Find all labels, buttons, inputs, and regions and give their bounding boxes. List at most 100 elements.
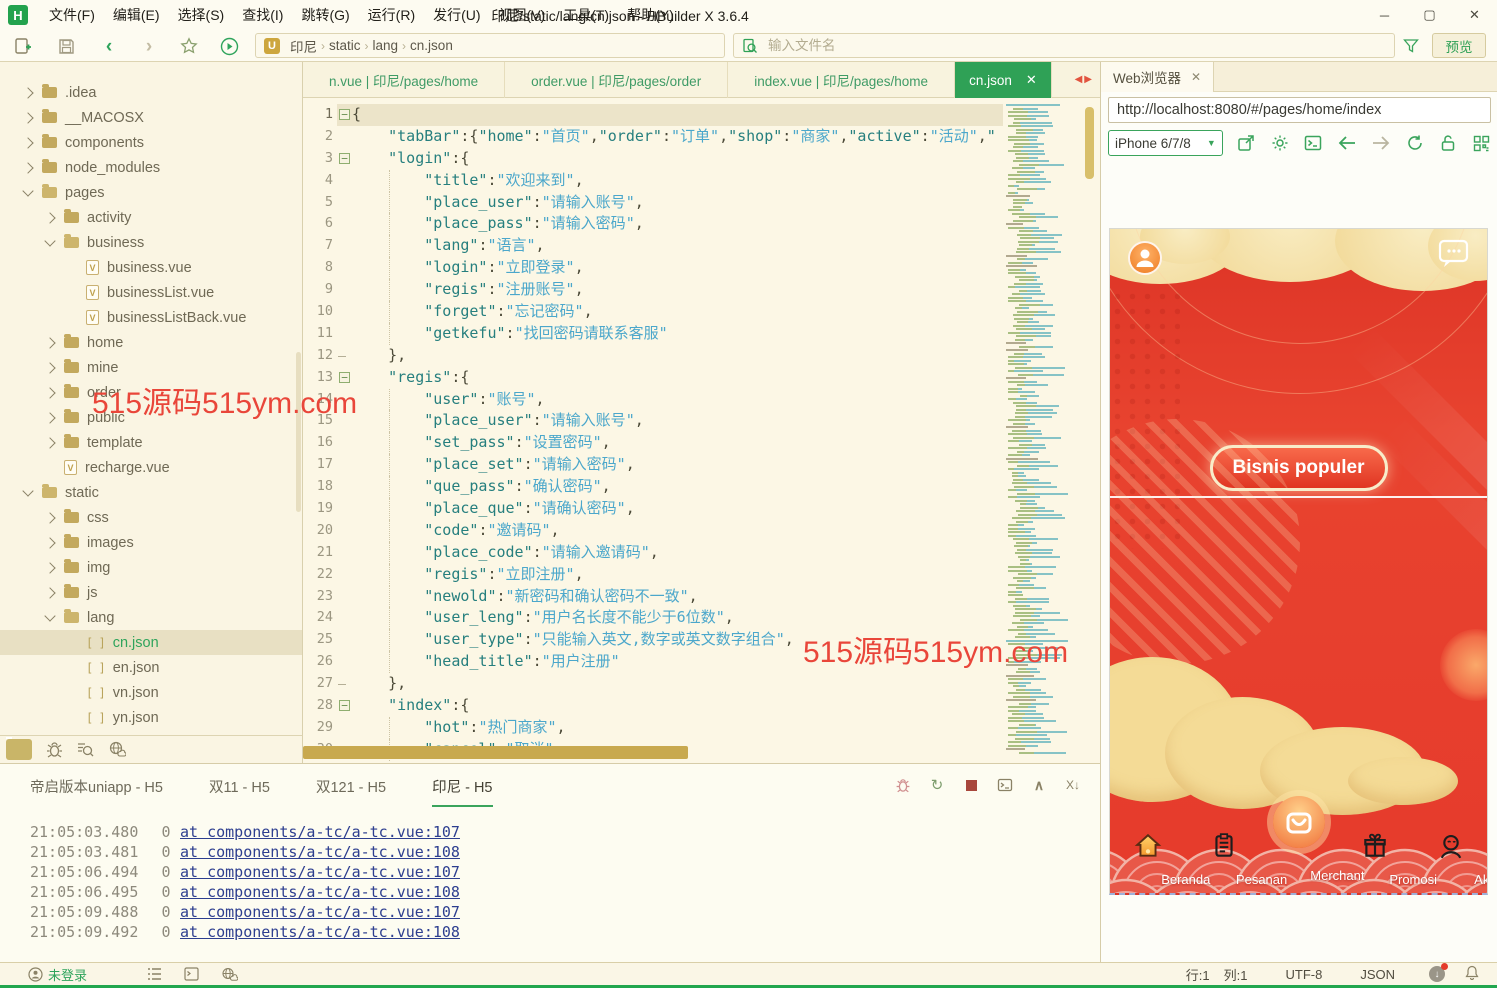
tree-item-activity[interactable]: activity bbox=[0, 205, 302, 230]
code-line-5[interactable]: 5 "place_user":"请输入账号", bbox=[303, 192, 1003, 214]
explorer-view-icon[interactable] bbox=[6, 739, 32, 760]
syntax-mode[interactable]: JSON bbox=[1360, 967, 1395, 982]
tree-item-recharge.vue[interactable]: Vrecharge.vue bbox=[0, 455, 302, 480]
chevron-right-icon[interactable] bbox=[44, 587, 55, 598]
notification-bell-icon[interactable] bbox=[1465, 965, 1479, 983]
editor-tab[interactable]: order.vue | 印尼/pages/order bbox=[505, 62, 728, 98]
chevron-right-icon[interactable] bbox=[22, 162, 33, 173]
menu-item[interactable]: 文件(F) bbox=[40, 2, 104, 28]
menu-item[interactable]: 运行(R) bbox=[359, 2, 424, 28]
chevron-down-icon[interactable] bbox=[44, 235, 55, 246]
tree-item-node_modules[interactable]: node_modules bbox=[0, 155, 302, 180]
collapse-panel-icon[interactable]: ∧ bbox=[1030, 776, 1048, 794]
url-input[interactable] bbox=[1109, 98, 1490, 122]
browser-tab-close-icon[interactable]: ✕ bbox=[1191, 70, 1201, 84]
save-icon[interactable] bbox=[55, 35, 77, 57]
tree-item-components[interactable]: components bbox=[0, 130, 302, 155]
tree-item-template[interactable]: template bbox=[0, 430, 302, 455]
web-view-icon[interactable] bbox=[108, 741, 126, 758]
log-source-link[interactable]: at components/a-tc/a-tc.vue:108 bbox=[180, 922, 460, 942]
tree-item-yn.json[interactable]: [ ]yn.json bbox=[0, 705, 302, 730]
unlock-icon[interactable] bbox=[1438, 133, 1457, 153]
nav-item-merchant[interactable]: Merchant bbox=[1262, 818, 1338, 893]
nav-item-pesanan[interactable]: Pesanan bbox=[1186, 818, 1262, 893]
code-line-8[interactable]: 8 "login":"立即登录", bbox=[303, 257, 1003, 279]
code-line-12[interactable]: 12 }, bbox=[303, 345, 1003, 367]
tree-item-vn.json[interactable]: [ ]vn.json bbox=[0, 680, 302, 705]
code-line-7[interactable]: 7 "lang":"语言", bbox=[303, 235, 1003, 257]
code-line-6[interactable]: 6 "place_pass":"请输入密码", bbox=[303, 213, 1003, 235]
nav-item-beranda[interactable]: Beranda bbox=[1110, 818, 1186, 893]
login-status[interactable]: 未登录 bbox=[48, 965, 87, 984]
encoding[interactable]: UTF-8 bbox=[1285, 967, 1322, 982]
favorite-star-icon[interactable] bbox=[178, 35, 200, 57]
chevron-down-icon[interactable] bbox=[22, 185, 33, 196]
back-icon[interactable]: ‹ bbox=[98, 35, 120, 57]
code-line-23[interactable]: 23 "newold":"新密码和确认密码不一致", bbox=[303, 586, 1003, 608]
code-line-10[interactable]: 10 "forget":"忘记密码", bbox=[303, 301, 1003, 323]
menu-item[interactable]: 查找(I) bbox=[233, 2, 292, 28]
code-line-29[interactable]: 29 "hot":"热门商家", bbox=[303, 717, 1003, 739]
log-source-link[interactable]: at components/a-tc/a-tc.vue:107 bbox=[180, 862, 460, 882]
tab-scroll-arrows-icon[interactable]: ◀▶ bbox=[1075, 62, 1100, 97]
minimize-icon[interactable]: ─ bbox=[1362, 0, 1407, 30]
console-tab[interactable]: 帝启版本uniapp - H5 bbox=[30, 776, 163, 807]
close-panel-icon[interactable]: X↓ bbox=[1064, 776, 1082, 794]
console-terminal-icon[interactable] bbox=[1304, 133, 1323, 153]
editor-tab[interactable]: cn.json✕ bbox=[955, 62, 1052, 98]
run-icon[interactable] bbox=[218, 35, 240, 57]
nav-item-promosi[interactable]: Promosi bbox=[1337, 818, 1413, 893]
file-search-input[interactable] bbox=[766, 37, 1346, 54]
menu-item[interactable]: 发行(U) bbox=[424, 2, 489, 28]
open-terminal-icon[interactable] bbox=[996, 776, 1014, 794]
menu-item[interactable]: 选择(S) bbox=[169, 2, 234, 28]
breadcrumb-item[interactable]: lang bbox=[369, 38, 403, 53]
url-bar[interactable] bbox=[1108, 97, 1491, 123]
code-line-21[interactable]: 21 "place_code":"请输入邀请码", bbox=[303, 542, 1003, 564]
tree-item-en.json[interactable]: [ ]en.json bbox=[0, 655, 302, 680]
code-line-13[interactable]: 13− "regis":{ bbox=[303, 367, 1003, 389]
settings-gear-icon[interactable] bbox=[1270, 133, 1289, 153]
browser-forward-icon[interactable] bbox=[1371, 133, 1391, 153]
tree-item-pages[interactable]: pages bbox=[0, 180, 302, 205]
refresh-icon[interactable] bbox=[1405, 133, 1424, 153]
editor-tab[interactable]: n.vue | 印尼/pages/home bbox=[303, 62, 505, 98]
tree-item-img[interactable]: img bbox=[0, 555, 302, 580]
preview-button[interactable]: 预览 bbox=[1432, 33, 1486, 58]
fold-toggle-icon[interactable]: − bbox=[339, 153, 350, 164]
code-line-17[interactable]: 17 "place_set":"请输入密码", bbox=[303, 454, 1003, 476]
chevron-right-icon[interactable] bbox=[22, 137, 33, 148]
globe-status-icon[interactable] bbox=[221, 967, 238, 982]
code-line-14[interactable]: 14 "user":"账号", bbox=[303, 389, 1003, 411]
tree-item-js[interactable]: js bbox=[0, 580, 302, 605]
console-tab[interactable]: 双121 - H5 bbox=[316, 776, 386, 807]
code-line-2[interactable]: 2 "tabBar":{"home":"首页","order":"订单","sh… bbox=[303, 126, 1003, 148]
chevron-down-icon[interactable] bbox=[22, 485, 33, 496]
avatar[interactable] bbox=[1128, 241, 1162, 275]
code-line-22[interactable]: 22 "regis":"立即注册", bbox=[303, 564, 1003, 586]
chevron-right-icon[interactable] bbox=[44, 537, 55, 548]
tree-item-css[interactable]: css bbox=[0, 505, 302, 530]
editor-vertical-scrollbar[interactable] bbox=[1085, 107, 1094, 179]
chevron-right-icon[interactable] bbox=[44, 412, 55, 423]
qrcode-icon[interactable] bbox=[1472, 133, 1491, 153]
chevron-right-icon[interactable] bbox=[44, 362, 55, 373]
chevron-right-icon[interactable] bbox=[44, 512, 55, 523]
tree-item-businessListBack.vue[interactable]: VbusinessListBack.vue bbox=[0, 305, 302, 330]
tree-item-static[interactable]: static bbox=[0, 480, 302, 505]
code-line-4[interactable]: 4 "title":"欢迎来到", bbox=[303, 170, 1003, 192]
chevron-right-icon[interactable] bbox=[44, 337, 55, 348]
tab-close-icon[interactable]: ✕ bbox=[1026, 72, 1037, 88]
fold-toggle-icon[interactable]: − bbox=[339, 109, 350, 120]
update-icon[interactable]: ↓ bbox=[1429, 966, 1445, 982]
sidebar-scrollbar[interactable] bbox=[296, 352, 301, 512]
editor-tab[interactable]: index.vue | 印尼/pages/home bbox=[728, 62, 955, 98]
open-external-icon[interactable] bbox=[1237, 133, 1256, 153]
tree-item-mine[interactable]: mine bbox=[0, 355, 302, 380]
tree-item-business[interactable]: business bbox=[0, 230, 302, 255]
tree-item-lang[interactable]: lang bbox=[0, 605, 302, 630]
tree-item-images[interactable]: images bbox=[0, 530, 302, 555]
chevron-right-icon[interactable] bbox=[44, 437, 55, 448]
tree-item-business.vue[interactable]: Vbusiness.vue bbox=[0, 255, 302, 280]
terminal-status-icon[interactable] bbox=[184, 967, 199, 981]
